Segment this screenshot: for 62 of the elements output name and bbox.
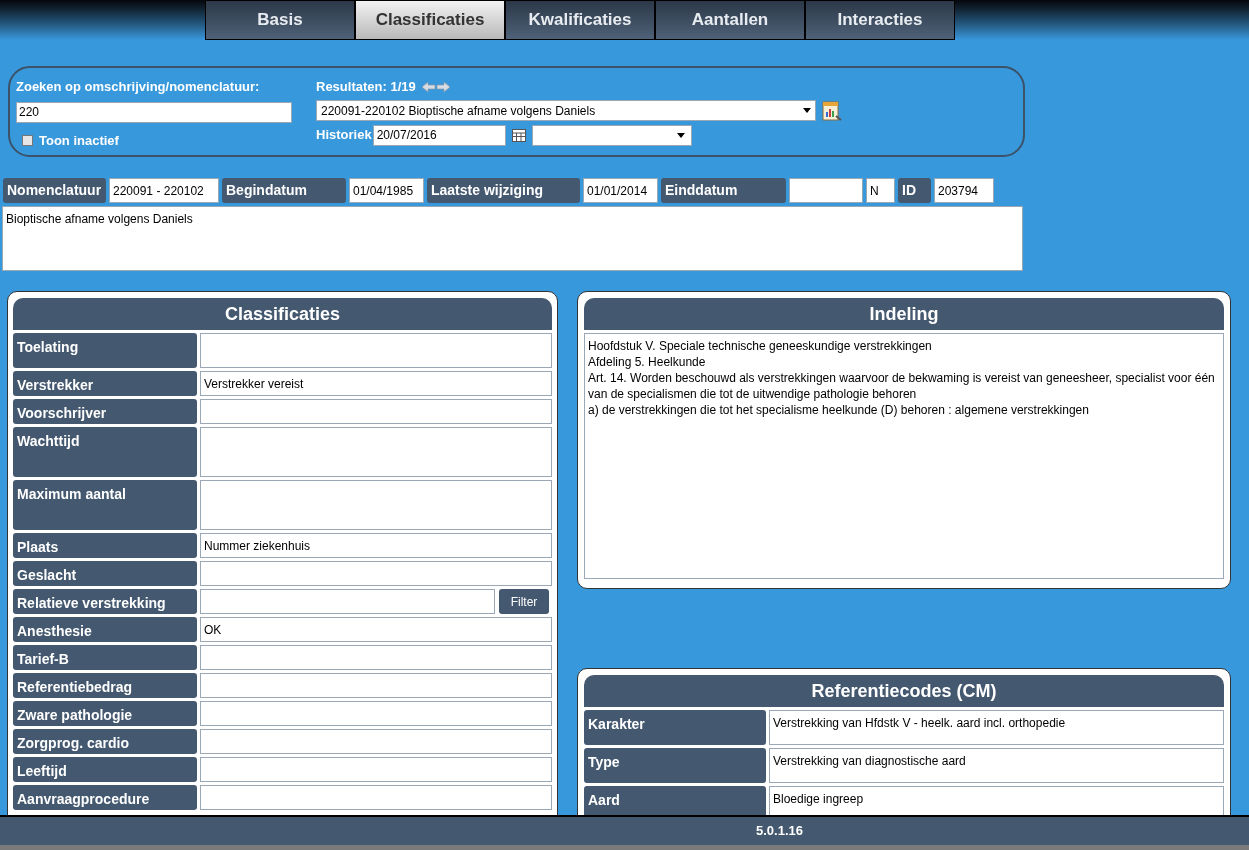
field-value: Bloedige ingreep — [769, 786, 1224, 815]
field-label: Geslacht — [13, 561, 197, 586]
field-value: Verstrekking van diagnostische aard — [769, 748, 1224, 783]
field-value: OK — [200, 617, 552, 642]
report-icon[interactable] — [822, 99, 842, 122]
indeling-line: a) de verstrekkingen die tot het specialisme heelkunde (D) behoren : algemene verstrekkingen — [588, 402, 1090, 418]
field-label: Verstrekker — [13, 371, 197, 396]
indeling-line: Hoofdstuk V. Speciale technische geneeskundige verstrekkingen — [588, 338, 933, 354]
indeling-line: Afdeling 5. Heelkunde — [588, 354, 707, 370]
field-label: Karakter — [584, 710, 766, 745]
description-field[interactable]: Bioptische afname volgens Daniels — [2, 206, 1023, 271]
field-label: Nomenclatuur — [3, 178, 106, 203]
field-label: Toelating — [13, 333, 197, 368]
field-value: 203794 — [934, 178, 994, 203]
version-label: 5.0.1.16 — [756, 822, 803, 841]
checkbox[interactable] — [22, 134, 33, 146]
field-label: Leeftijd — [13, 757, 197, 782]
tab[interactable]: Interacties — [805, 0, 955, 40]
results-label: Resultaten: 1/19 — [316, 78, 416, 96]
field-label: Einddatum — [661, 178, 786, 203]
field-value: 01/04/1985 — [349, 178, 424, 203]
field-value: Nummer ziekenhuis — [200, 533, 552, 558]
history-label: Historiek — [316, 126, 372, 145]
field-label: Aard — [584, 786, 766, 815]
search-field[interactable]: 220 — [16, 101, 292, 123]
field-label: Voorschrijver — [13, 399, 197, 424]
history-dropdown[interactable] — [531, 124, 692, 146]
arrows-icon[interactable] — [420, 80, 451, 93]
field-label: Plaats — [13, 533, 197, 558]
field-label: Begindatum — [222, 178, 346, 203]
field-label: Laatste wijziging — [427, 178, 580, 203]
calendar-icon[interactable] — [511, 128, 526, 142]
field-label: Aanvraagprocedure — [13, 785, 197, 810]
field-value: Verstrekker vereist — [200, 371, 552, 396]
field-value: Verstrekking van Hfdstk V - heelk. aard incl. orthopedie — [769, 710, 1224, 745]
field-label: Maximum aantal — [13, 480, 197, 530]
field-label: Relatieve verstrekking — [13, 589, 197, 614]
field-label: Anesthesie — [13, 617, 197, 642]
field-label: Zware pathologie — [13, 701, 197, 726]
field-label: Type — [584, 748, 766, 783]
tab[interactable]: Kwalificaties — [505, 0, 655, 40]
tab[interactable]: Basis — [205, 0, 355, 40]
panel-title: Referentiecodes (CM) — [584, 675, 1224, 707]
field-value: N — [866, 178, 895, 203]
field-value: 01/01/2014 — [583, 178, 658, 203]
field-label: ID — [898, 178, 931, 203]
search-label: Zoeken op omschrijving/nomenclatuur: — [16, 78, 261, 96]
caret-icon — [676, 132, 685, 138]
date-field[interactable]: 20/07/2016 — [372, 124, 506, 146]
field-label: Zorgprog. cardio — [13, 729, 197, 754]
checkbox-label: Toon inactief — [39, 131, 119, 150]
tab[interactable]: Aantallen — [655, 0, 805, 40]
panel-title: Indeling — [584, 298, 1224, 330]
tab[interactable]: Classificaties — [355, 0, 505, 40]
field-label: Wachttijd — [13, 427, 197, 477]
filter-button[interactable]: Filter — [499, 589, 549, 614]
result-dropdown[interactable]: 220091-220102 Bioptische afname volgens Daniels — [316, 100, 816, 121]
field-label: Tarief-B — [13, 645, 197, 670]
field-value: 220091 - 220102 — [109, 178, 219, 203]
panel-title: Classificaties — [13, 298, 552, 330]
field-label: Referentiebedrag — [13, 673, 197, 698]
caret-icon — [803, 108, 811, 113]
